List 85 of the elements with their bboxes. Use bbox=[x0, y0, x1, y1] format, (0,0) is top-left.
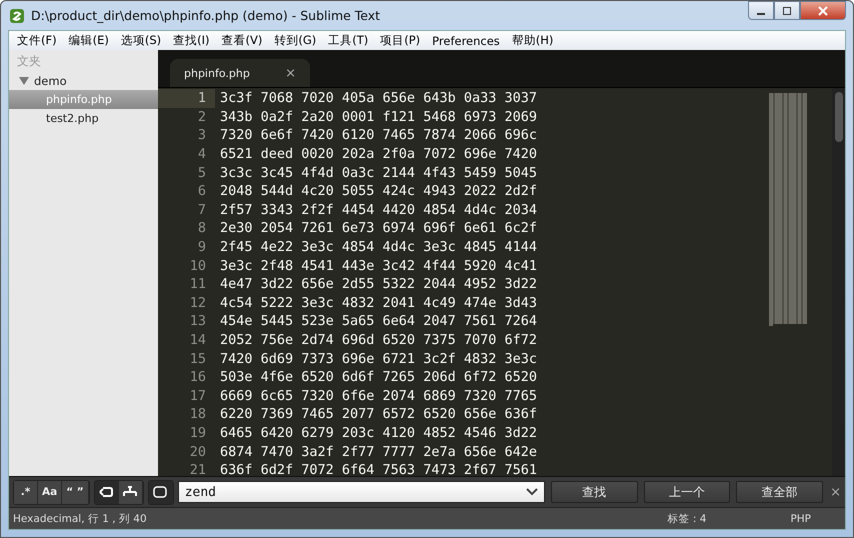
line-number: 11 bbox=[188, 275, 207, 294]
code-line: 3c3c 3c45 4f4d 0a3c 2144 4f43 5459 5045 bbox=[219, 164, 537, 181]
case-toggle[interactable]: Aa bbox=[38, 480, 62, 504]
code-line: 7420 6d69 7373 696e 6721 3c2f 4832 3e3c bbox=[219, 350, 537, 367]
minimize-button[interactable] bbox=[748, 1, 774, 20]
find-button[interactable]: 查全部 bbox=[736, 481, 824, 503]
file-item[interactable]: test2.php bbox=[9, 109, 158, 128]
line-number: 4 bbox=[196, 145, 207, 164]
line-number: 3 bbox=[196, 126, 207, 145]
line-number: 21 bbox=[188, 461, 207, 476]
line-number: 19 bbox=[188, 424, 207, 442]
code-line: 2052 756e 2d74 696d 6520 7375 7070 6f72 bbox=[219, 332, 537, 348]
code-line: 6465 6420 6279 203c 4120 4852 4546 3d22 bbox=[219, 424, 537, 441]
code-line: 636f 6d2f 7072 6f64 7563 7473 2f67 7561 bbox=[219, 462, 537, 476]
window-title: D:\product_dir\demo\phpinfo.php (demo) - Sublime Text bbox=[31, 8, 382, 23]
regex-toggle[interactable]: .* bbox=[14, 480, 38, 504]
code-line: 503e 4f6e 6520 6d6f 7265 206d 6f72 6520 bbox=[219, 369, 537, 386]
line-number: 13 bbox=[188, 312, 207, 331]
code-line: 6220 7369 7465 2077 6572 6520 656e 636f bbox=[219, 406, 537, 422]
line-number: 15 bbox=[188, 350, 207, 368]
code-line: 454e 5445 523e 5a65 6e64 2047 7561 7264 bbox=[219, 313, 537, 330]
menu-item[interactable]: 查看(V) bbox=[216, 33, 268, 48]
menu-item[interactable]: 转到(G) bbox=[268, 33, 322, 48]
sidebar-heading: 文夹 bbox=[16, 53, 42, 70]
code-line: 3e3c 2f48 4541 443e 3c42 4f44 5920 4c41 bbox=[219, 258, 537, 274]
line-number: 17 bbox=[188, 386, 207, 406]
menu-item[interactable]: Preferences bbox=[426, 34, 506, 48]
menu-item[interactable]: 编辑(E) bbox=[62, 33, 115, 48]
rounded-square-icon bbox=[153, 486, 168, 498]
dropdown-chevron-icon[interactable] bbox=[526, 488, 538, 496]
code-line: 2e30 2054 7261 6e73 6974 696f 6e61 6c2f bbox=[219, 220, 537, 236]
code-line: 4c54 5222 3e3c 4832 2041 4c49 474e 3d43 bbox=[219, 294, 537, 311]
code-line: 2f57 3343 2f2f 4454 4420 4854 4d4c 2034 bbox=[219, 202, 537, 218]
menu-item[interactable]: 选项(S) bbox=[114, 33, 168, 48]
code-line: 3c3f 7068 7020 405a 656e 643b 0a33 3037 bbox=[219, 90, 537, 106]
in-selection-toggle[interactable] bbox=[118, 480, 143, 504]
folder-item[interactable]: demo bbox=[9, 72, 158, 90]
line-number: 6 bbox=[196, 182, 207, 201]
code-line: 2048 544d 4c20 5055 424c 4943 2022 2d2f bbox=[219, 183, 537, 200]
menu-item[interactable]: 工具(T) bbox=[322, 33, 374, 48]
maximize-icon bbox=[782, 6, 792, 16]
menu-item[interactable]: 项目(P) bbox=[374, 33, 426, 48]
file-tab[interactable]: phpinfo.php × bbox=[170, 59, 310, 87]
code-line: 6669 6c65 7320 6f6e 2074 6869 7320 7765 bbox=[219, 388, 537, 404]
find-button[interactable]: 上一个 bbox=[644, 481, 730, 503]
selection-icon bbox=[123, 486, 138, 498]
menu-item[interactable]: 查找(I) bbox=[167, 33, 216, 48]
app-icon bbox=[9, 8, 25, 24]
line-number: 5 bbox=[196, 164, 207, 182]
minimize-icon bbox=[757, 12, 765, 14]
wrap-icon bbox=[99, 486, 114, 498]
code-line: 6874 7470 3a2f 2f77 7777 2e7a 656e 642e bbox=[219, 444, 537, 460]
syntax-indicator[interactable]: PHP bbox=[790, 512, 811, 524]
line-number: 12 bbox=[188, 294, 207, 312]
line-number: 18 bbox=[188, 405, 207, 424]
scrollbar-thumb[interactable] bbox=[835, 92, 843, 142]
line-number: 1 bbox=[158, 89, 215, 108]
disclosure-triangle-icon bbox=[19, 76, 29, 86]
close-button[interactable] bbox=[800, 1, 846, 20]
code-line: 6521 deed 0020 202a 2f0a 7072 696e 7420 bbox=[219, 146, 537, 162]
line-number: 9 bbox=[196, 238, 207, 256]
whole-word-toggle[interactable]: “ ” bbox=[62, 480, 89, 504]
code-line: 4e47 3d22 656e 2d55 5322 2044 4952 3d22 bbox=[219, 276, 537, 292]
highlight-toggle[interactable] bbox=[148, 480, 173, 504]
close-find-button[interactable]: × bbox=[830, 484, 841, 500]
find-field[interactable]: zend bbox=[178, 481, 545, 503]
find-button[interactable]: 查找 bbox=[550, 481, 638, 503]
status-text: Hexadecimal, 行 1 , 列 40 bbox=[13, 512, 147, 526]
code-line: 7320 6e6f 7420 6120 7465 7874 2066 696c bbox=[219, 127, 537, 144]
line-number: 2 bbox=[196, 108, 207, 126]
tab-size-indicator[interactable]: 标签 : 4 bbox=[668, 512, 706, 526]
menu-item[interactable]: 文件(F) bbox=[11, 33, 63, 48]
line-number: 16 bbox=[188, 368, 207, 386]
line-number: 10 bbox=[188, 256, 207, 275]
line-number: 20 bbox=[188, 442, 207, 461]
line-number: 14 bbox=[188, 331, 207, 350]
close-icon bbox=[817, 6, 829, 16]
menu-item[interactable]: 帮助(H) bbox=[506, 33, 560, 48]
tab-close-button[interactable]: × bbox=[285, 66, 296, 80]
maximize-button[interactable] bbox=[774, 1, 800, 20]
line-number: 7 bbox=[196, 200, 207, 220]
line-number: 8 bbox=[196, 219, 207, 238]
code-line: 343b 0a2f 2a20 0001 f121 5468 6973 2069 bbox=[219, 108, 537, 125]
scrollbar[interactable] bbox=[832, 88, 845, 476]
code-line: 2f45 4e22 3e3c 4854 4d4c 3e3c 4845 4144 bbox=[219, 239, 537, 256]
